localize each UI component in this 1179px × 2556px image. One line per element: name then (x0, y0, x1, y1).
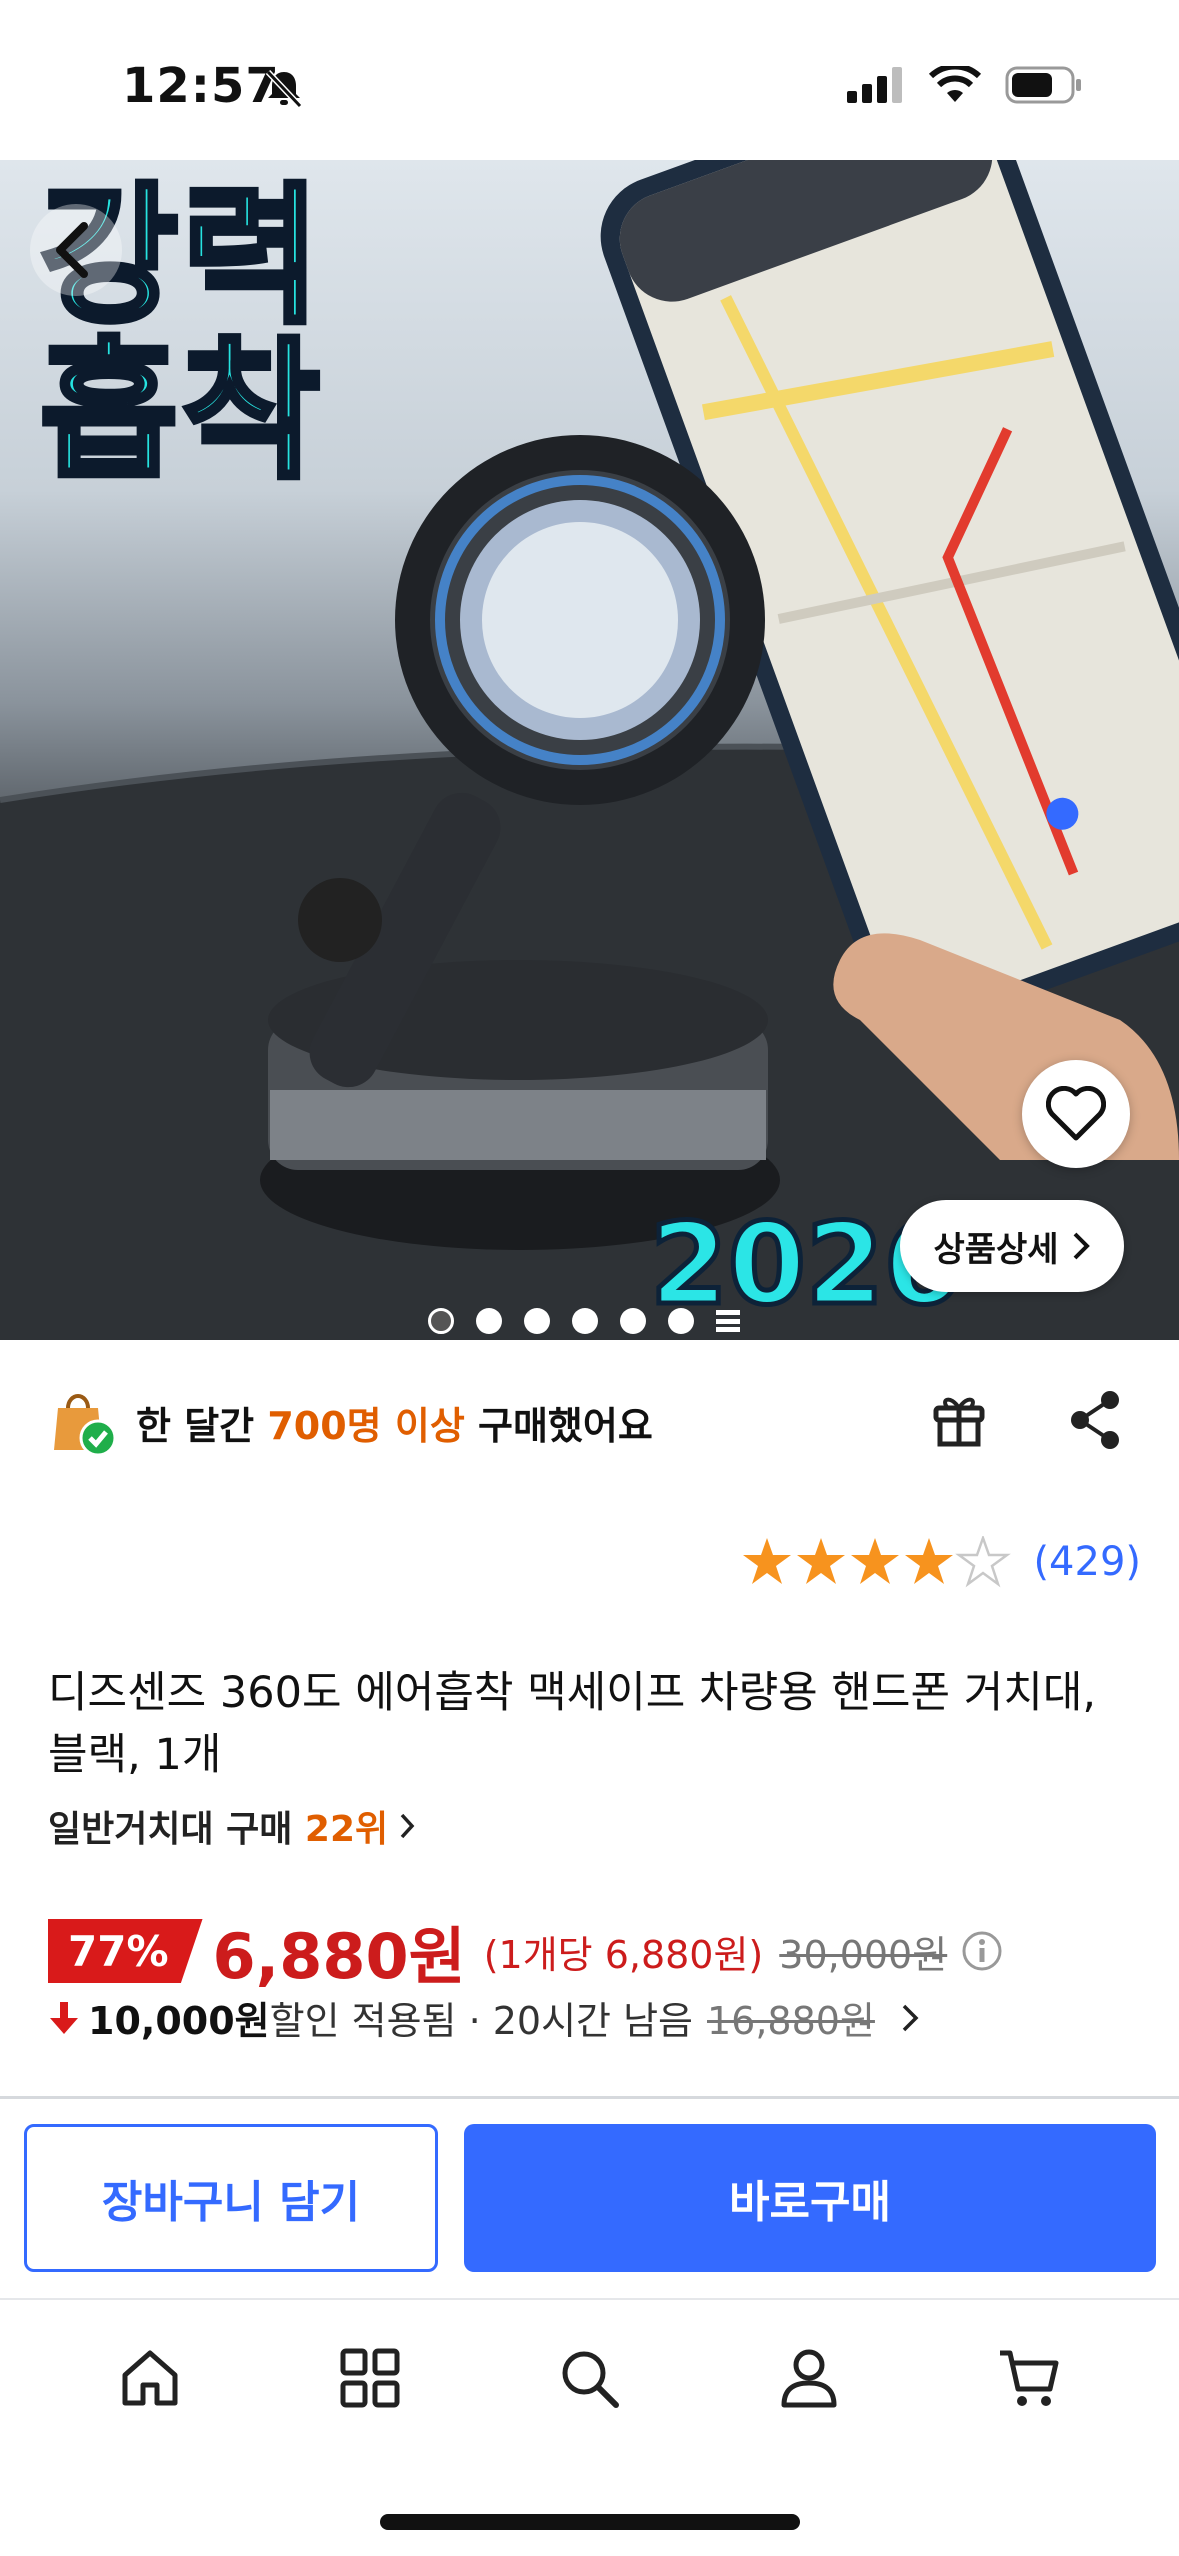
cellular-signal-icon (847, 67, 902, 103)
coupon-amount: 10,000원 (88, 1999, 270, 2043)
hero-headline-line-2: 흡착 (37, 325, 325, 499)
chevron-right-icon (902, 2004, 919, 2031)
carousel-dots (428, 1308, 740, 1334)
product-detail-label: 상품상세 (933, 1229, 1059, 1270)
gift-icon[interactable] (928, 1388, 992, 1452)
rating-row[interactable]: (429) (741, 1536, 1141, 1588)
battery-icon (1005, 66, 1081, 104)
nav-my-page[interactable] (754, 2323, 864, 2433)
price-row: 77% 6,880원 (1개당 6,880원) 30,000원 (48, 1906, 1003, 1996)
review-count[interactable]: (429) (1033, 1539, 1141, 1585)
rank-value: 22위 (304, 1809, 389, 1850)
unit-price: (1개당 6,880원) (483, 1932, 764, 1977)
product-detail-button[interactable]: 상품상세 (900, 1200, 1124, 1292)
coupon-text: 할인 적용됨 · 20시간 남음 (269, 1999, 693, 2043)
purchase-count-row: 한 달간 700명 이상 구매했어요 (48, 1382, 653, 1462)
carousel-dot[interactable] (572, 1308, 598, 1334)
category-grid-icon (340, 2348, 400, 2408)
status-indicators (847, 66, 1083, 104)
arrow-down-icon (50, 2001, 78, 2034)
favorite-button[interactable] (1022, 1060, 1130, 1168)
discount-badge: 77% (48, 1919, 203, 1983)
purchase-count-suffix: 구매했어요 (464, 1403, 653, 1448)
product-image-carousel[interactable]: 강력 흡착 2026 상품상세 (0, 160, 1179, 1340)
carousel-dot[interactable] (620, 1308, 646, 1334)
shopping-bag-check-icon (54, 1394, 117, 1457)
buy-now-button[interactable]: 바로구매 (464, 2124, 1156, 2272)
home-icon (122, 2350, 178, 2406)
nav-category[interactable] (315, 2323, 425, 2433)
chevron-right-icon (1073, 1232, 1090, 1260)
product-title: 디즈센즈 360도 에어흡착 맥세이프 차량용 핸드폰 거치대, 블랙, 1개 (48, 1668, 1097, 1780)
share-icon[interactable] (1066, 1388, 1126, 1452)
my-page-icon (781, 2349, 837, 2408)
nav-search[interactable] (534, 2323, 644, 2433)
carousel-dot[interactable] (524, 1308, 550, 1334)
purchase-count-text: 한 달간 700명 이상 구매했어요 (136, 1395, 653, 1450)
status-bar: 12:57 (0, 0, 1179, 160)
cart-icon (1000, 2350, 1059, 2406)
heart-icon (1046, 1086, 1106, 1141)
sale-price: 6,880원 (212, 1920, 466, 1993)
coupon-before-price: 16,880원 (707, 1999, 875, 2043)
bell-off-icon (265, 69, 303, 109)
divider (0, 2298, 1179, 2300)
rank-prefix: 일반거치대 구매 (48, 1809, 305, 1850)
coupon-discount-row[interactable]: 10,000원 할인 적용됨 · 20시간 남음 16,880원 (48, 1990, 921, 2045)
carousel-dot[interactable] (428, 1308, 454, 1334)
purchase-count-highlight: 700명 이상 (267, 1403, 465, 1448)
star-rating-icon (743, 1536, 1012, 1588)
nav-home[interactable] (95, 2323, 205, 2433)
back-arrow-icon[interactable] (28, 202, 124, 298)
purchase-count-prefix: 한 달간 (136, 1403, 268, 1448)
status-time: 12:57 (122, 58, 280, 114)
carousel-more-icon (716, 1310, 740, 1332)
nav-cart[interactable] (974, 2323, 1084, 2433)
home-indicator (380, 2514, 800, 2530)
wifi-icon (929, 66, 981, 102)
carousel-dot[interactable] (476, 1308, 502, 1334)
info-icon[interactable] (961, 1930, 1003, 1972)
bottom-navigation (0, 2318, 1179, 2438)
search-icon (562, 2351, 620, 2408)
add-to-cart-button[interactable]: 장바구니 담기 (24, 2124, 438, 2272)
divider (0, 2096, 1179, 2099)
carousel-dot[interactable] (668, 1308, 694, 1334)
chevron-right-icon (400, 1813, 415, 1839)
original-price: 30,000원 (779, 1932, 948, 1977)
category-rank-link[interactable]: 일반거치대 구매 22위 (48, 1800, 416, 1852)
